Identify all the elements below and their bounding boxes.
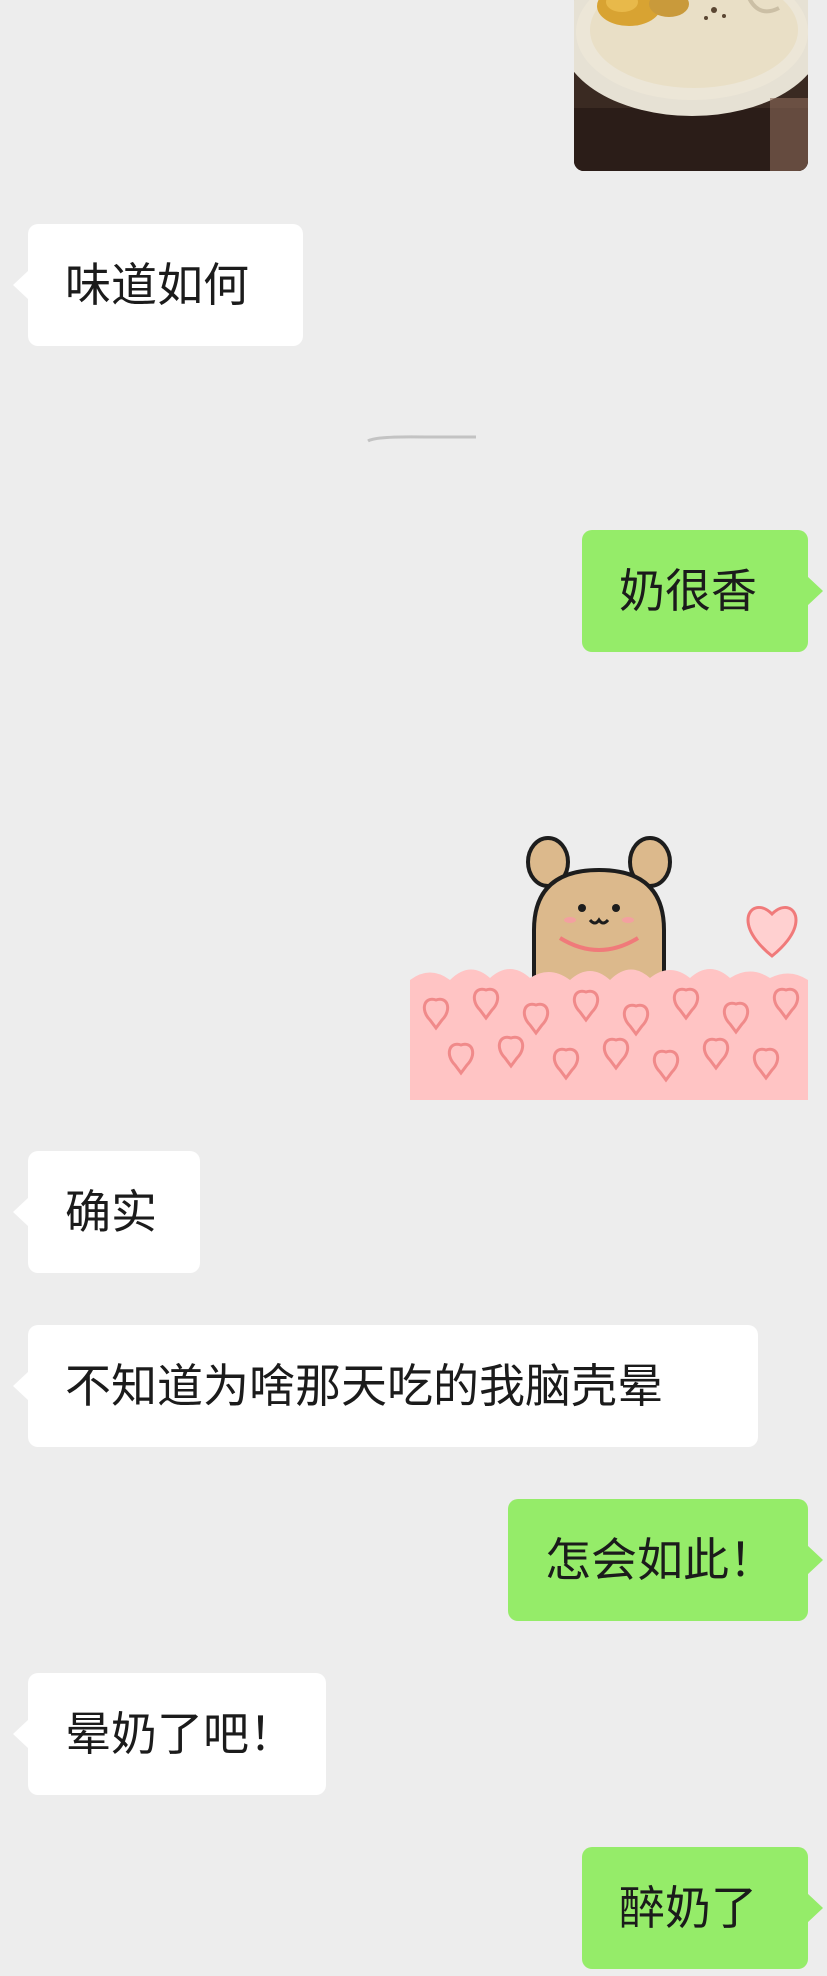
message-text: 怎会如此！: [545, 1533, 775, 1587]
message-bubble-outgoing[interactable]: 奶很香: [582, 530, 823, 652]
message-text: 奶很香: [619, 564, 757, 618]
message-bubble-incoming[interactable]: 味道如何: [13, 224, 303, 346]
bear-in-hearts-sticker: [410, 836, 808, 1100]
chat-conversation: 味道如何 奶很香 确实 不知道为啥那天吃的我脑壳晕 怎会如此！ 晕奶了吧！ 醉奶…: [0, 0, 827, 1976]
milk-dessert-photo: [574, 0, 808, 171]
message-bubble-outgoing[interactable]: 怎会如此！: [508, 1499, 823, 1621]
message-bubble-outgoing[interactable]: 醉奶了: [582, 1847, 823, 1969]
faint-mark: [367, 435, 476, 443]
message-bubble-incoming[interactable]: 晕奶了吧！: [13, 1673, 326, 1795]
message-text: 不知道为啥那天吃的我脑壳晕: [65, 1359, 663, 1413]
message-bubble-incoming[interactable]: 确实: [13, 1151, 200, 1273]
heart-icon: [746, 905, 798, 958]
message-text: 晕奶了吧！: [65, 1707, 295, 1761]
message-bubble-incoming[interactable]: 不知道为啥那天吃的我脑壳晕: [13, 1325, 758, 1447]
message-text: 味道如何: [65, 258, 249, 312]
message-text: 醉奶了: [619, 1881, 757, 1935]
sticker-message-bear-hearts[interactable]: [410, 820, 808, 1100]
message-text: 确实: [65, 1185, 157, 1239]
image-message-milk-dessert[interactable]: [574, 0, 808, 171]
